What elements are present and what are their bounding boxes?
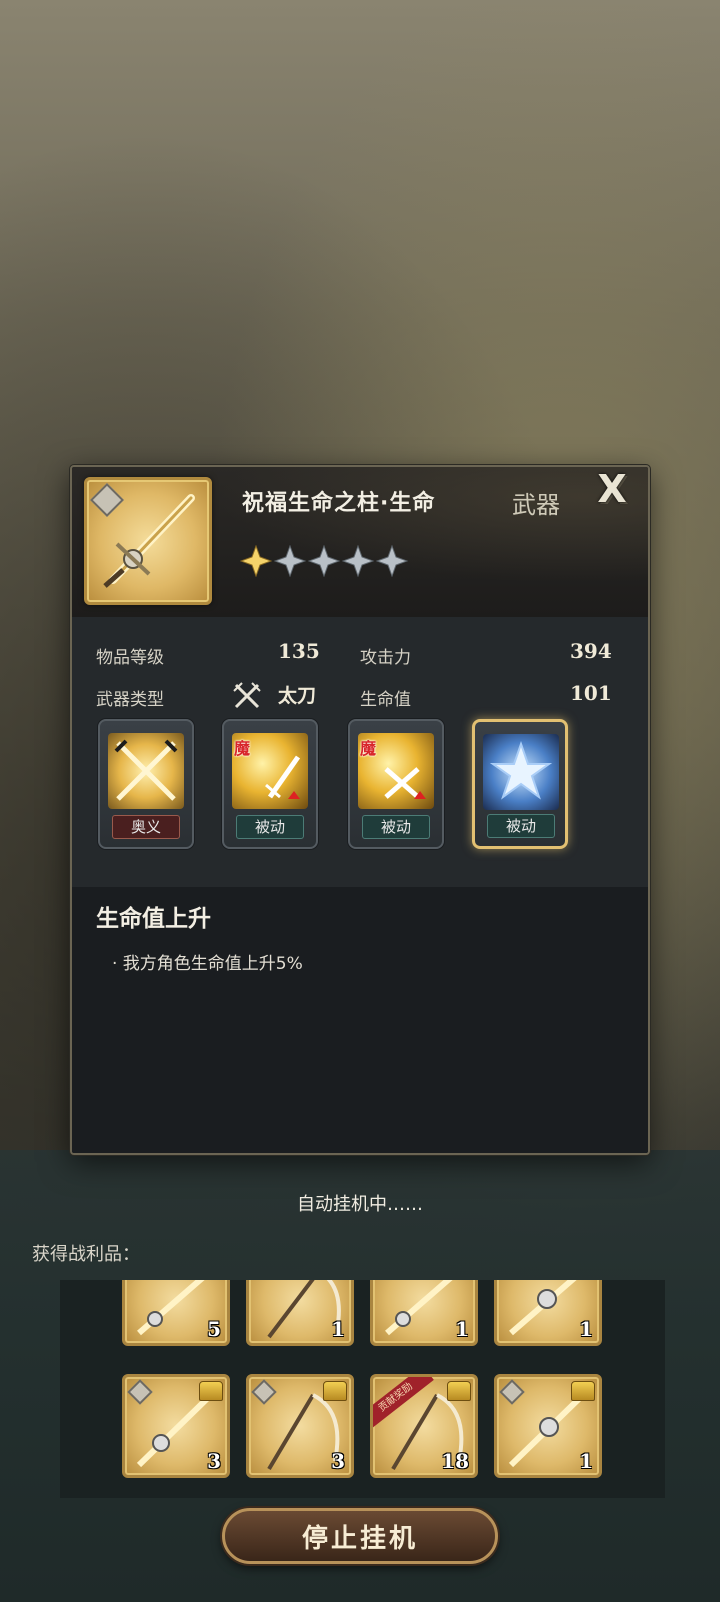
stat-value-item-level: 135	[278, 639, 320, 663]
loot-quantity: 18	[441, 1449, 469, 1473]
loot-label: 获得战利品：	[32, 1244, 140, 1265]
auto-battle-status: 自动挂机中……	[297, 1194, 423, 1215]
loot-quantity: 1	[579, 1449, 593, 1473]
item-title: 祝福生命之柱·生命	[242, 491, 436, 516]
loot-item[interactable]: 贡献奖励 18	[370, 1374, 478, 1478]
loot-quantity: 1	[331, 1317, 345, 1341]
skill-tag: 被动	[362, 815, 430, 839]
magic-badge: 魔	[234, 739, 251, 758]
crossed-swords-up-icon: 魔	[358, 733, 434, 809]
close-button[interactable]: X	[582, 467, 642, 511]
chest-icon	[447, 1381, 471, 1401]
item-header: 祝福生命之柱·生命 武器 X	[72, 467, 648, 617]
stat-label-item-level: 物品等级	[96, 648, 164, 668]
loot-list[interactable]: 5 1 1 1 3 3 贡献奖励 18 1	[60, 1280, 665, 1498]
skill-description-panel: 生命值上升 · 我方角色生命值上升5%	[72, 887, 648, 1153]
star-empty-icon	[342, 545, 374, 577]
item-icon-frame	[84, 477, 212, 605]
sword-up-icon: 魔	[232, 733, 308, 809]
stat-label-weapon-type: 武器类型	[96, 690, 164, 710]
chest-icon	[571, 1381, 595, 1401]
loot-item[interactable]: 1	[246, 1280, 354, 1346]
loot-item[interactable]: 3	[246, 1374, 354, 1478]
item-type-label: 武器	[512, 491, 560, 519]
loot-quantity: 1	[455, 1317, 469, 1341]
skill-tag: 被动	[236, 815, 304, 839]
loot-quantity: 5	[207, 1317, 221, 1341]
loot-item[interactable]: 5	[122, 1280, 230, 1346]
skill-slot-passive-2[interactable]: 魔 被动	[348, 719, 444, 849]
stat-value-hp: 101	[570, 681, 612, 705]
star-empty-icon	[376, 545, 408, 577]
skill-tag: 被动	[487, 814, 555, 838]
stat-value-weapon-type: 太刀	[278, 685, 317, 707]
loot-item[interactable]: 1	[494, 1280, 602, 1346]
loot-item[interactable]: 1	[370, 1280, 478, 1346]
skill-description-line: · 我方角色生命值上升5%	[112, 954, 303, 974]
stat-value-attack: 394	[570, 639, 612, 663]
loot-item[interactable]: 3	[122, 1374, 230, 1478]
star-empty-icon	[308, 545, 340, 577]
loot-quantity: 1	[579, 1317, 593, 1341]
skill-description-title: 生命值上升	[96, 906, 211, 932]
skill-slot-ultimate[interactable]: 奥义	[98, 719, 194, 849]
chest-icon	[199, 1381, 223, 1401]
item-detail-dialog: 祝福生命之柱·生命 武器 X 物品等级 135 攻击力 394 武器类型 太刀 …	[70, 465, 650, 1155]
stop-auto-battle-button[interactable]: 停止挂机	[222, 1508, 498, 1564]
star-empty-icon	[274, 545, 306, 577]
magic-badge: 魔	[360, 739, 377, 758]
chest-icon	[323, 1381, 347, 1401]
loot-item[interactable]: 1	[494, 1374, 602, 1478]
stat-label-attack: 攻击力	[360, 648, 411, 668]
skill-slot-passive-3[interactable]: 被动	[472, 719, 568, 849]
stat-label-hp: 生命值	[360, 690, 411, 710]
skill-slot-passive-1[interactable]: 魔 被动	[222, 719, 318, 849]
star-rating	[240, 545, 408, 577]
loot-quantity: 3	[207, 1449, 221, 1473]
star-burst-icon	[483, 734, 559, 810]
crossed-blades-icon	[108, 733, 184, 809]
star-filled-icon	[240, 545, 272, 577]
crossed-swords-icon	[233, 682, 261, 709]
skill-tag: 奥义	[112, 815, 180, 839]
loot-quantity: 3	[331, 1449, 345, 1473]
